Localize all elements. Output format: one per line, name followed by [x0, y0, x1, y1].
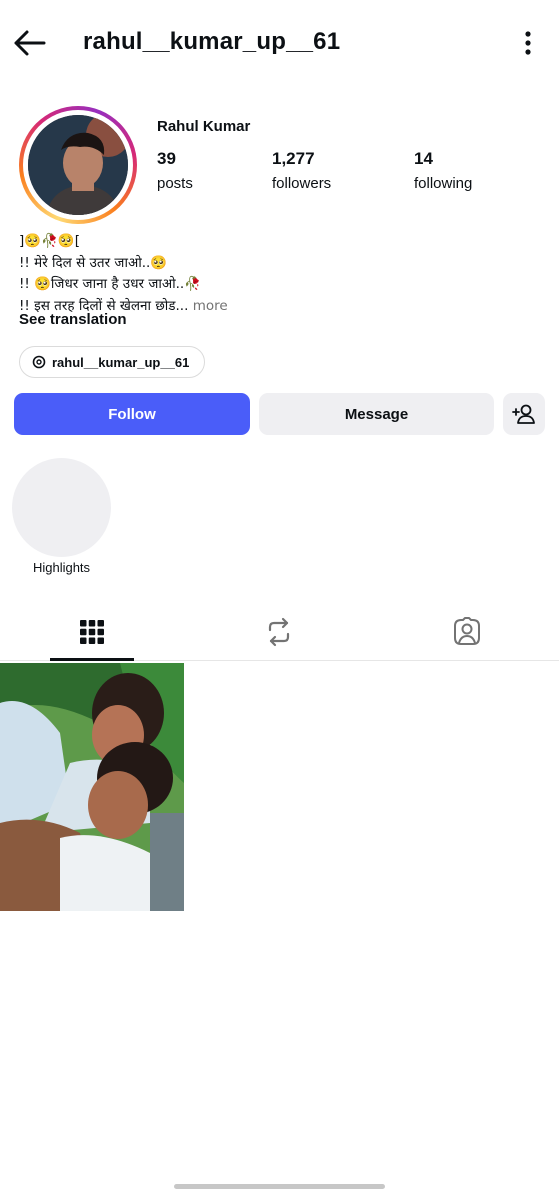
- stat-posts[interactable]: 39 posts: [157, 149, 193, 192]
- repost-icon: [268, 617, 290, 647]
- suggested-users-button[interactable]: [503, 393, 545, 435]
- grid-icon: [80, 620, 104, 644]
- post-thumbnail[interactable]: [0, 663, 184, 911]
- threads-handle: rahul__kumar_up__61: [52, 354, 190, 370]
- see-translation-link[interactable]: See translation: [19, 311, 127, 328]
- stat-followers[interactable]: 1,277 followers: [272, 149, 331, 192]
- stat-followers-count: 1,277: [272, 149, 315, 168]
- stat-posts-count: 39: [157, 149, 176, 168]
- add-person-icon: [512, 404, 535, 424]
- home-indicator: [174, 1184, 385, 1189]
- threads-profile-chip[interactable]: rahul__kumar_up__61: [19, 346, 206, 378]
- bio-line: !! 🥺जिधर जाना है उधर जाओ..🥀: [19, 276, 202, 292]
- active-tab-indicator: [50, 658, 134, 661]
- bio-line: ]🥺🥀🥺[: [19, 233, 80, 249]
- tab-tagged[interactable]: [407, 603, 527, 661]
- profile-full-name: Rahul Kumar: [157, 118, 251, 135]
- message-button[interactable]: Message: [259, 393, 494, 435]
- bio-line: !! मेरे दिल से उतर जाओ..🥺: [19, 254, 168, 271]
- profile-username: rahul__kumar_up__61: [83, 28, 341, 55]
- stat-following-count: 14: [414, 149, 433, 168]
- follow-button[interactable]: Follow: [14, 393, 250, 435]
- stat-posts-label: posts: [157, 175, 193, 192]
- back-arrow-icon[interactable]: [10, 26, 50, 60]
- tab-posts-grid[interactable]: [32, 603, 152, 661]
- profile-tabs: [0, 603, 559, 661]
- top-bar: rahul__kumar_up__61: [0, 0, 559, 86]
- bio-more-link[interactable]: more: [188, 298, 228, 314]
- tab-reposts[interactable]: [219, 603, 339, 661]
- kebab-menu-icon[interactable]: [516, 28, 540, 58]
- threads-icon: [32, 355, 46, 369]
- stat-following[interactable]: 14 following: [414, 149, 472, 192]
- post-photo: [0, 663, 184, 911]
- avatar[interactable]: [28, 115, 128, 215]
- story-ring[interactable]: [19, 106, 137, 224]
- tagged-person-icon: [454, 617, 480, 645]
- highlight-label: Highlights: [32, 560, 91, 575]
- profile-bio: ]🥺🥀🥺[ !! मेरे दिल से उतर जाओ..🥺 !! 🥺जिधर…: [19, 231, 228, 317]
- stat-followers-label: followers: [272, 175, 332, 192]
- stat-following-label: following: [414, 175, 473, 192]
- highlight-circle[interactable]: [12, 458, 111, 557]
